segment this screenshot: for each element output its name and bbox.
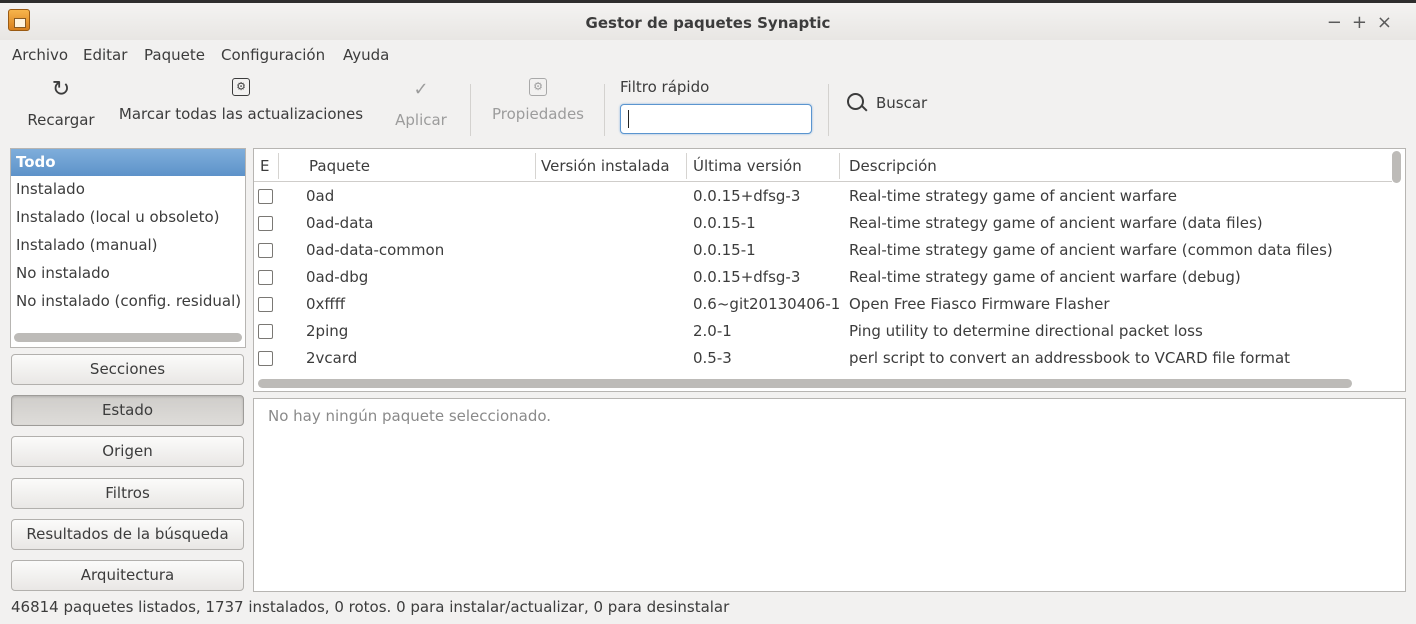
latest-version: 0.6~git20130406-1 bbox=[693, 295, 841, 313]
filter-item-instalado-local[interactable]: Instalado (local u obsoleto) bbox=[11, 204, 245, 232]
secciones-button[interactable]: Secciones bbox=[11, 354, 244, 385]
menu-archivo[interactable]: Archivo bbox=[12, 46, 68, 64]
package-name: 2ping bbox=[306, 322, 349, 340]
reload-button[interactable]: ↻ Recargar bbox=[22, 74, 100, 140]
status-filter-list: Todo Instalado Instalado (local u obsole… bbox=[10, 148, 246, 348]
package-table: E Paquete Versión instalada Última versi… bbox=[253, 148, 1406, 392]
properties-icon: ⚙ bbox=[529, 78, 547, 96]
status-bar: 46814 paquetes listados, 1737 instalados… bbox=[11, 598, 730, 616]
maximize-button[interactable]: + bbox=[1352, 12, 1377, 33]
filter-item-instalado[interactable]: Instalado bbox=[11, 176, 245, 204]
filter-item-no-instalado[interactable]: No instalado bbox=[11, 260, 245, 288]
package-checkbox[interactable] bbox=[258, 216, 273, 231]
column-header-status[interactable]: E bbox=[260, 157, 269, 175]
package-details-pane: No hay ningún paquete seleccionado. bbox=[253, 398, 1406, 592]
filter-item-instalado-manual[interactable]: Instalado (manual) bbox=[11, 232, 245, 260]
package-checkbox[interactable] bbox=[258, 270, 273, 285]
filter-item-todo[interactable]: Todo bbox=[11, 149, 245, 176]
package-description: perl script to convert an addressbook to… bbox=[849, 349, 1291, 367]
package-checkbox[interactable] bbox=[258, 189, 273, 204]
table-row[interactable]: 2ping 2.0-1 Ping utility to determine dire… bbox=[254, 318, 1392, 345]
menu-ayuda[interactable]: Ayuda bbox=[343, 46, 389, 64]
package-name: 2vcard bbox=[306, 349, 358, 367]
latest-version: 0.0.15+dfsg-3 bbox=[693, 268, 801, 286]
text-cursor bbox=[628, 110, 629, 128]
reload-label: Recargar bbox=[27, 111, 95, 129]
menu-bar: Archivo Editar Paquete Configuración Ayu… bbox=[0, 40, 1416, 70]
package-description: Real-time strategy game of ancient warfa… bbox=[849, 268, 1241, 286]
close-button[interactable]: × bbox=[1377, 12, 1402, 33]
table-row[interactable]: 2vcard 0.5-3 perl script to convert an add… bbox=[254, 345, 1392, 372]
reload-icon: ↻ bbox=[51, 77, 71, 102]
package-checkbox[interactable] bbox=[258, 297, 273, 312]
table-row[interactable]: 0ad-data-common 0.0.15-1 Real-time strateg… bbox=[254, 237, 1392, 264]
minimize-button[interactable]: − bbox=[1327, 12, 1352, 33]
menu-paquete[interactable]: Paquete bbox=[144, 46, 205, 64]
package-name: 0ad bbox=[306, 187, 335, 205]
mark-upgrades-icon: ⚙ bbox=[232, 78, 250, 96]
package-checkbox[interactable] bbox=[258, 351, 273, 366]
table-row[interactable]: 0ad-dbg 0.0.15+dfsg-3 Real-time strategy g… bbox=[254, 264, 1392, 291]
column-header-package[interactable]: Paquete bbox=[309, 157, 370, 175]
toolbar-separator bbox=[470, 84, 471, 136]
search-button[interactable]: Buscar bbox=[846, 92, 927, 122]
quick-filter-input[interactable] bbox=[620, 104, 812, 134]
latest-version: 0.0.15+dfsg-3 bbox=[693, 187, 801, 205]
package-name: 0ad-data bbox=[306, 214, 374, 232]
table-row[interactable]: 0xffff 0.6~git20130406-1 Open Free Fiasco … bbox=[254, 291, 1392, 318]
menu-editar[interactable]: Editar bbox=[83, 46, 127, 64]
table-row[interactable]: 0ad-data 0.0.15-1 Real-time strategy game … bbox=[254, 210, 1392, 237]
toolbar-separator bbox=[604, 84, 605, 136]
check-icon: ✓ bbox=[413, 79, 429, 100]
toolbar-separator bbox=[828, 84, 829, 136]
window-title: Gestor de paquetes Synaptic bbox=[585, 14, 831, 32]
mark-all-upgrades-button[interactable]: ⚙ Marcar todas las actualizaciones bbox=[110, 74, 372, 140]
package-name: 0xffff bbox=[306, 295, 346, 313]
package-name: 0ad-data-common bbox=[306, 241, 445, 259]
package-description: Real-time strategy game of ancient warfa… bbox=[849, 214, 1263, 232]
apply-label: Aplicar bbox=[395, 111, 447, 129]
menu-configuracion[interactable]: Configuración bbox=[221, 46, 325, 64]
latest-version: 0.0.15-1 bbox=[693, 214, 756, 232]
table-row[interactable]: 0ad 0.0.15+dfsg-3 Real-time strategy game … bbox=[254, 183, 1392, 210]
arquitectura-button[interactable]: Arquitectura bbox=[11, 560, 244, 591]
apply-button[interactable]: ✓ Aplicar bbox=[388, 74, 454, 140]
latest-version: 0.0.15-1 bbox=[693, 241, 756, 259]
package-description: Real-time strategy game of ancient warfa… bbox=[849, 241, 1333, 259]
latest-version: 2.0-1 bbox=[693, 322, 732, 340]
search-label: Buscar bbox=[876, 94, 928, 112]
synaptic-window: Gestor de paquetes Synaptic −+× Archivo … bbox=[0, 0, 1416, 624]
origen-button[interactable]: Origen bbox=[11, 436, 244, 467]
table-horizontal-scrollbar[interactable] bbox=[258, 379, 1352, 388]
no-package-selected-text: No hay ningún paquete seleccionado. bbox=[268, 407, 552, 425]
search-icon bbox=[846, 92, 868, 114]
properties-label: Propiedades bbox=[492, 105, 584, 123]
table-header: E Paquete Versión instalada Última versi… bbox=[254, 149, 1392, 182]
latest-version: 0.5-3 bbox=[693, 349, 732, 367]
filtros-button[interactable]: Filtros bbox=[11, 478, 244, 509]
table-vertical-scrollbar[interactable] bbox=[1392, 151, 1401, 183]
package-name: 0ad-dbg bbox=[306, 268, 369, 286]
column-header-description[interactable]: Descripción bbox=[849, 157, 937, 175]
package-description: Ping utility to determine directional pa… bbox=[849, 322, 1203, 340]
mark-all-upgrades-label: Marcar todas las actualizaciones bbox=[118, 105, 364, 123]
package-checkbox[interactable] bbox=[258, 324, 273, 339]
column-header-latest-version[interactable]: Última versión bbox=[693, 157, 802, 175]
window-controls: −+× bbox=[1327, 12, 1402, 33]
filter-item-no-instalado-residual[interactable]: No instalado (config. residual) bbox=[11, 288, 245, 316]
package-description: Open Free Fiasco Firmware Flasher bbox=[849, 295, 1110, 313]
filter-list-scrollbar[interactable] bbox=[14, 333, 242, 342]
estado-button[interactable]: Estado bbox=[11, 395, 244, 426]
quick-filter-label: Filtro rápido bbox=[620, 78, 710, 96]
title-bar: Gestor de paquetes Synaptic −+× bbox=[0, 0, 1416, 40]
resultados-busqueda-button[interactable]: Resultados de la búsqueda bbox=[11, 519, 244, 550]
column-header-installed-version[interactable]: Versión instalada bbox=[541, 157, 670, 175]
package-description: Real-time strategy game of ancient warfa… bbox=[849, 187, 1177, 205]
package-checkbox[interactable] bbox=[258, 243, 273, 258]
properties-button[interactable]: ⚙ Propiedades bbox=[484, 74, 592, 140]
